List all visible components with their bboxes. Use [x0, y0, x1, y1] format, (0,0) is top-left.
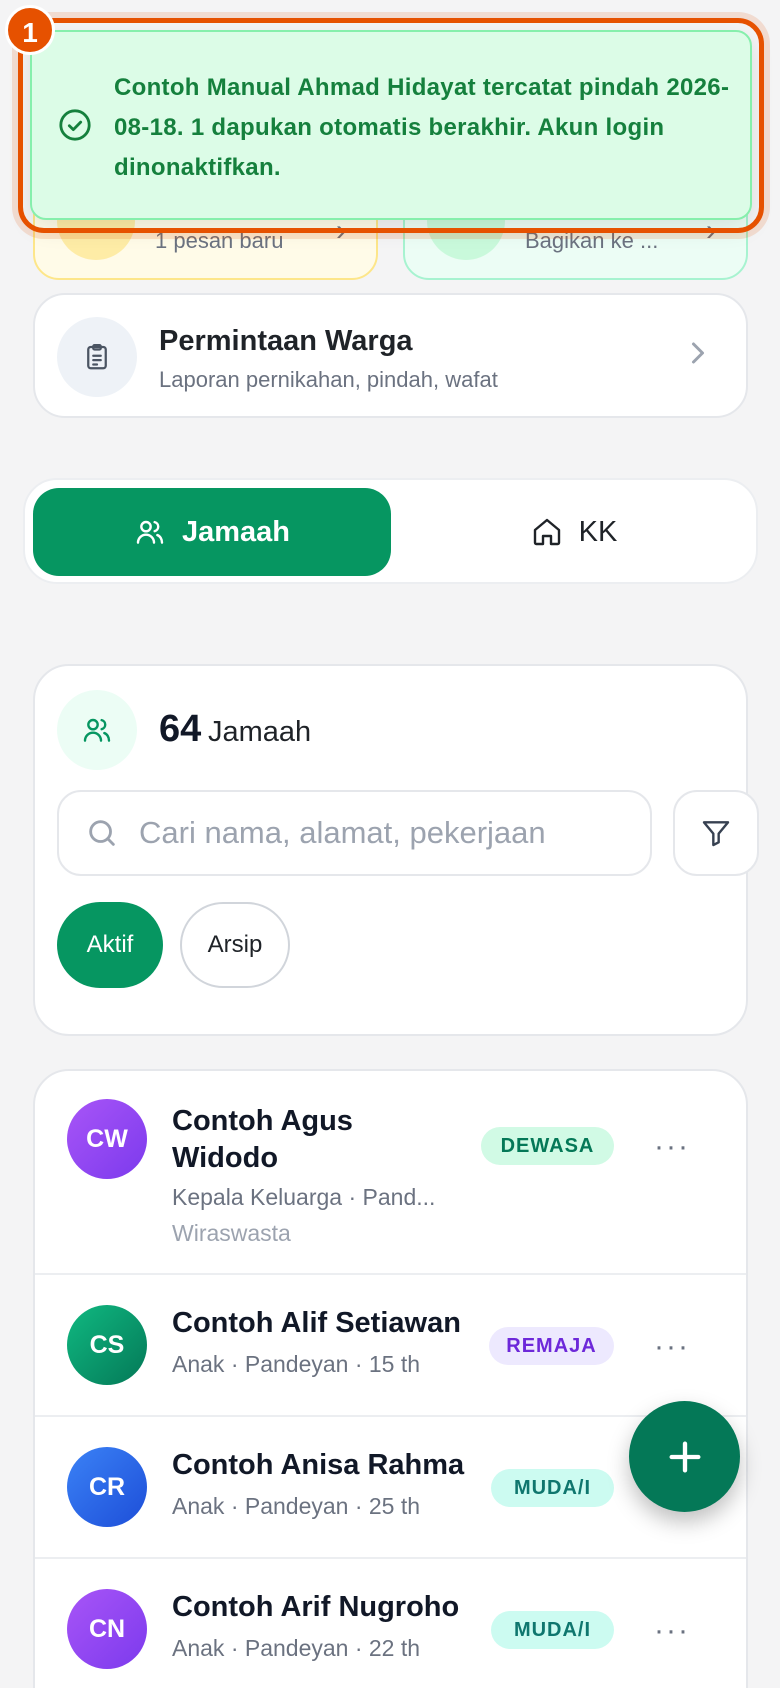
- status-badge: MUDA/I: [491, 1469, 614, 1507]
- more-options-icon[interactable]: ···: [647, 1611, 697, 1651]
- member-meta: Anak · Pandeyan · 25 th: [172, 1493, 421, 1519]
- member-name: Contoh Alif Setiawan: [172, 1307, 461, 1339]
- member-meta: Anak · Pandeyan · 22 th: [172, 1635, 421, 1661]
- filter-chip-aktif[interactable]: Aktif: [57, 902, 163, 988]
- tab-kk[interactable]: KK: [395, 488, 753, 576]
- annotation-badge: 1: [5, 5, 55, 55]
- member-name: Contoh Agus Widodo: [172, 1103, 353, 1177]
- tab-kk-label: KK: [578, 515, 618, 548]
- filter-icon: [702, 821, 730, 847]
- search-box: [57, 790, 652, 876]
- list-item[interactable]: CS Contoh Alif Setiawan Anak · Pandeyan …: [35, 1275, 746, 1417]
- avatar: CN: [67, 1589, 147, 1669]
- member-meta: Anak · Pandeyan · 15 th: [172, 1351, 421, 1377]
- chevron-right-icon: [692, 342, 704, 364]
- filter-chip-arsip[interactable]: Arsip: [180, 902, 290, 988]
- requests-card[interactable]: Permintaan Warga Laporan pernikahan, pin…: [33, 293, 748, 418]
- member-name-line2: Widodo: [172, 1142, 279, 1174]
- list-item[interactable]: CN Contoh Arif Nugroho Anak · Pandeyan ·…: [35, 1559, 746, 1688]
- status-badge: REMAJA: [489, 1327, 614, 1365]
- list-item[interactable]: CW Contoh Agus Widodo Kepala Keluarga · …: [35, 1071, 746, 1275]
- users-icon: [57, 690, 137, 770]
- avatar: CR: [67, 1447, 147, 1527]
- users-icon: [136, 520, 164, 544]
- tab-jamaah[interactable]: Jamaah: [33, 488, 391, 576]
- requests-subtitle: Laporan pernikahan, pindah, wafat: [159, 367, 498, 392]
- highlight-frame: [18, 18, 764, 233]
- view-tabs: Jamaah KK: [23, 478, 758, 584]
- requests-title: Permintaan Warga: [159, 325, 413, 357]
- member-name: Contoh Anisa Rahma: [172, 1449, 465, 1481]
- member-name-line1: Contoh Agus: [172, 1105, 353, 1137]
- avatar: CW: [67, 1099, 147, 1179]
- filter-button[interactable]: [673, 790, 759, 876]
- member-meta: Kepala Keluarga · Pand...: [172, 1184, 436, 1210]
- home-icon: [533, 518, 560, 546]
- member-list: CW Contoh Agus Widodo Kepala Keluarga · …: [33, 1069, 748, 1688]
- more-options-icon[interactable]: ···: [647, 1327, 697, 1367]
- jamaah-summary-card: 64 Jamaah Aktif Arsip: [33, 664, 759, 1036]
- tab-jamaah-label: Jamaah: [181, 515, 290, 548]
- status-badge: MUDA/I: [491, 1611, 614, 1649]
- avatar: CS: [67, 1305, 147, 1385]
- member-job: Wiraswasta: [172, 1220, 291, 1246]
- more-options-icon[interactable]: ···: [647, 1127, 697, 1167]
- jamaah-count-label: Jamaah: [208, 716, 312, 748]
- search-input[interactable]: [139, 792, 569, 874]
- plus-icon: [669, 1441, 700, 1472]
- member-name: Contoh Arif Nugroho: [172, 1591, 460, 1623]
- add-member-button[interactable]: [629, 1401, 740, 1512]
- jamaah-count: 64: [159, 708, 202, 750]
- search-icon: [89, 820, 115, 846]
- status-badge: DEWASA: [481, 1127, 614, 1165]
- clipboard-icon: [57, 317, 137, 397]
